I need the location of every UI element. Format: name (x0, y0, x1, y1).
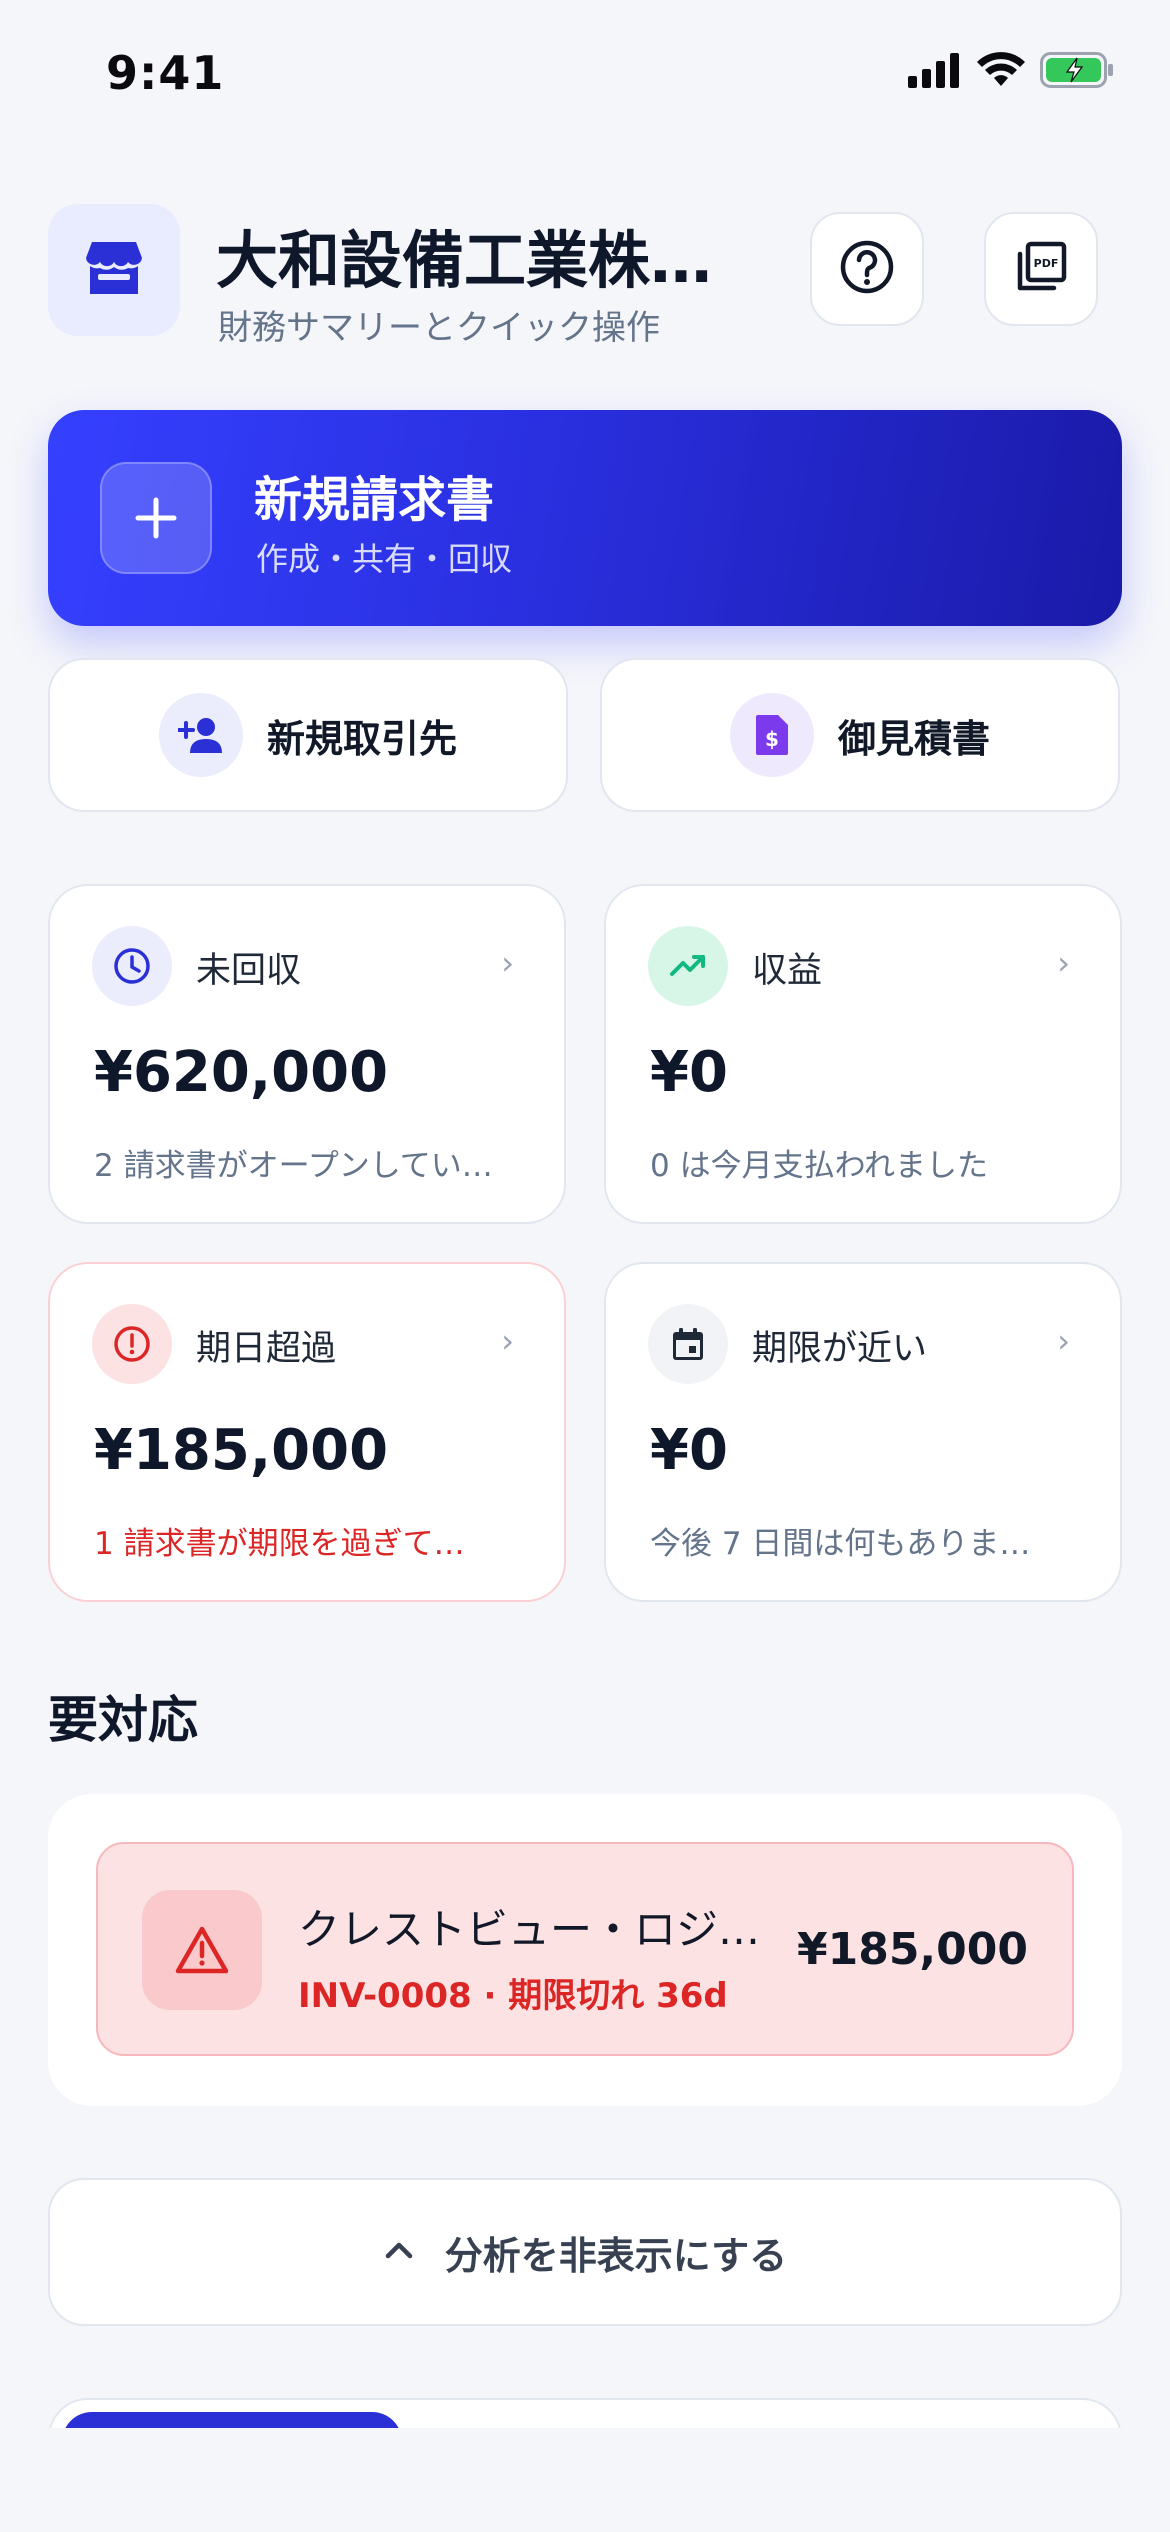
stat-card-revenue[interactable]: 収益 › ¥0 0 は今月支払われました (604, 884, 1122, 1224)
stat-note: 2 請求書がオープンしてい… (94, 1148, 493, 1184)
stat-card-due-soon[interactable]: 期限が近い › ¥0 今後 7 日間は何もありま… (604, 1262, 1122, 1602)
svg-text:$: $ (765, 727, 779, 751)
calendar-icon (648, 1304, 728, 1384)
quote-label: 御見積書 (837, 716, 990, 761)
wifi-icon (976, 52, 1026, 92)
action-invoice-meta: INV-0008 · 期限切れ 36d (298, 1976, 728, 2016)
stat-note: 0 は今月支払われました (650, 1148, 989, 1184)
bottom-safe-area (0, 2428, 1170, 2532)
stat-label: 収益 (752, 951, 823, 991)
action-item[interactable]: クレストビュー・ロジ… INV-0008 · 期限切れ 36d ¥185,000 (96, 1842, 1074, 2056)
battery-charging-icon (1040, 52, 1114, 92)
clock-icon (92, 926, 172, 1006)
action-client-name: クレストビュー・ロジ… (298, 1905, 761, 1954)
status-icons (908, 52, 1114, 92)
pdf-icon: PDF (1014, 240, 1068, 298)
quote-button[interactable]: $ 御見積書 (600, 658, 1120, 812)
action-amount: ¥185,000 (796, 1924, 1028, 1975)
help-button[interactable] (810, 212, 924, 326)
stat-label: 期日超過 (196, 1329, 337, 1369)
store-badge (48, 204, 180, 336)
alert-circle-icon (92, 1304, 172, 1384)
new-client-button[interactable]: 新規取引先 (48, 658, 568, 812)
chevron-right-icon: › (1057, 944, 1070, 982)
stat-value: ¥185,000 (94, 1418, 389, 1483)
warning-icon (142, 1890, 262, 2010)
header-subtitle: 財務サマリーとクイック操作 (218, 308, 660, 348)
status-bar: 9:41 (0, 0, 1170, 150)
signal-icon (908, 52, 962, 92)
svg-text:PDF: PDF (1034, 257, 1059, 270)
stat-card-overdue[interactable]: 期日超過 › ¥185,000 1 請求書が期限を過ぎて… (48, 1262, 566, 1602)
add-person-icon (158, 693, 243, 777)
hide-analytics-button[interactable]: 分析を非表示にする (48, 2178, 1122, 2326)
store-icon (84, 240, 144, 300)
help-icon (839, 239, 895, 299)
hero-subtitle: 作成・共有・回収 (256, 540, 513, 578)
hero-title: 新規請求書 (254, 472, 495, 528)
status-time: 9:41 (106, 46, 225, 100)
stat-label: 未回収 (196, 951, 302, 991)
chevron-right-icon: › (501, 1322, 514, 1360)
plus-icon (100, 462, 212, 574)
chevron-up-icon (383, 2239, 415, 2265)
pdf-button[interactable]: PDF (984, 212, 1098, 326)
hide-analytics-label: 分析を非表示にする (444, 2233, 788, 2278)
chevron-right-icon: › (501, 944, 514, 982)
quote-document-icon: $ (729, 693, 814, 777)
new-client-label: 新規取引先 (266, 716, 457, 761)
company-name: 大和設備工業株… (216, 224, 713, 297)
stat-value: ¥0 (650, 1040, 728, 1105)
section-title: 要対応 (48, 1691, 198, 1749)
action-panel: クレストビュー・ロジ… INV-0008 · 期限切れ 36d ¥185,000 (48, 1794, 1122, 2106)
new-invoice-button[interactable]: 新規請求書 作成・共有・回収 (48, 410, 1122, 626)
trending-up-icon (648, 926, 728, 1006)
stat-label: 期限が近い (752, 1329, 928, 1369)
stat-value: ¥0 (650, 1418, 728, 1483)
stat-note: 1 請求書が期限を過ぎて… (94, 1526, 465, 1562)
stat-card-outstanding[interactable]: 未回収 › ¥620,000 2 請求書がオープンしてい… (48, 884, 566, 1224)
stat-value: ¥620,000 (94, 1040, 389, 1105)
stat-note: 今後 7 日間は何もありま… (650, 1526, 1031, 1562)
chevron-right-icon: › (1057, 1322, 1070, 1360)
header: 大和設備工業株… 財務サマリーとクイック操作 PDF (48, 204, 1122, 348)
